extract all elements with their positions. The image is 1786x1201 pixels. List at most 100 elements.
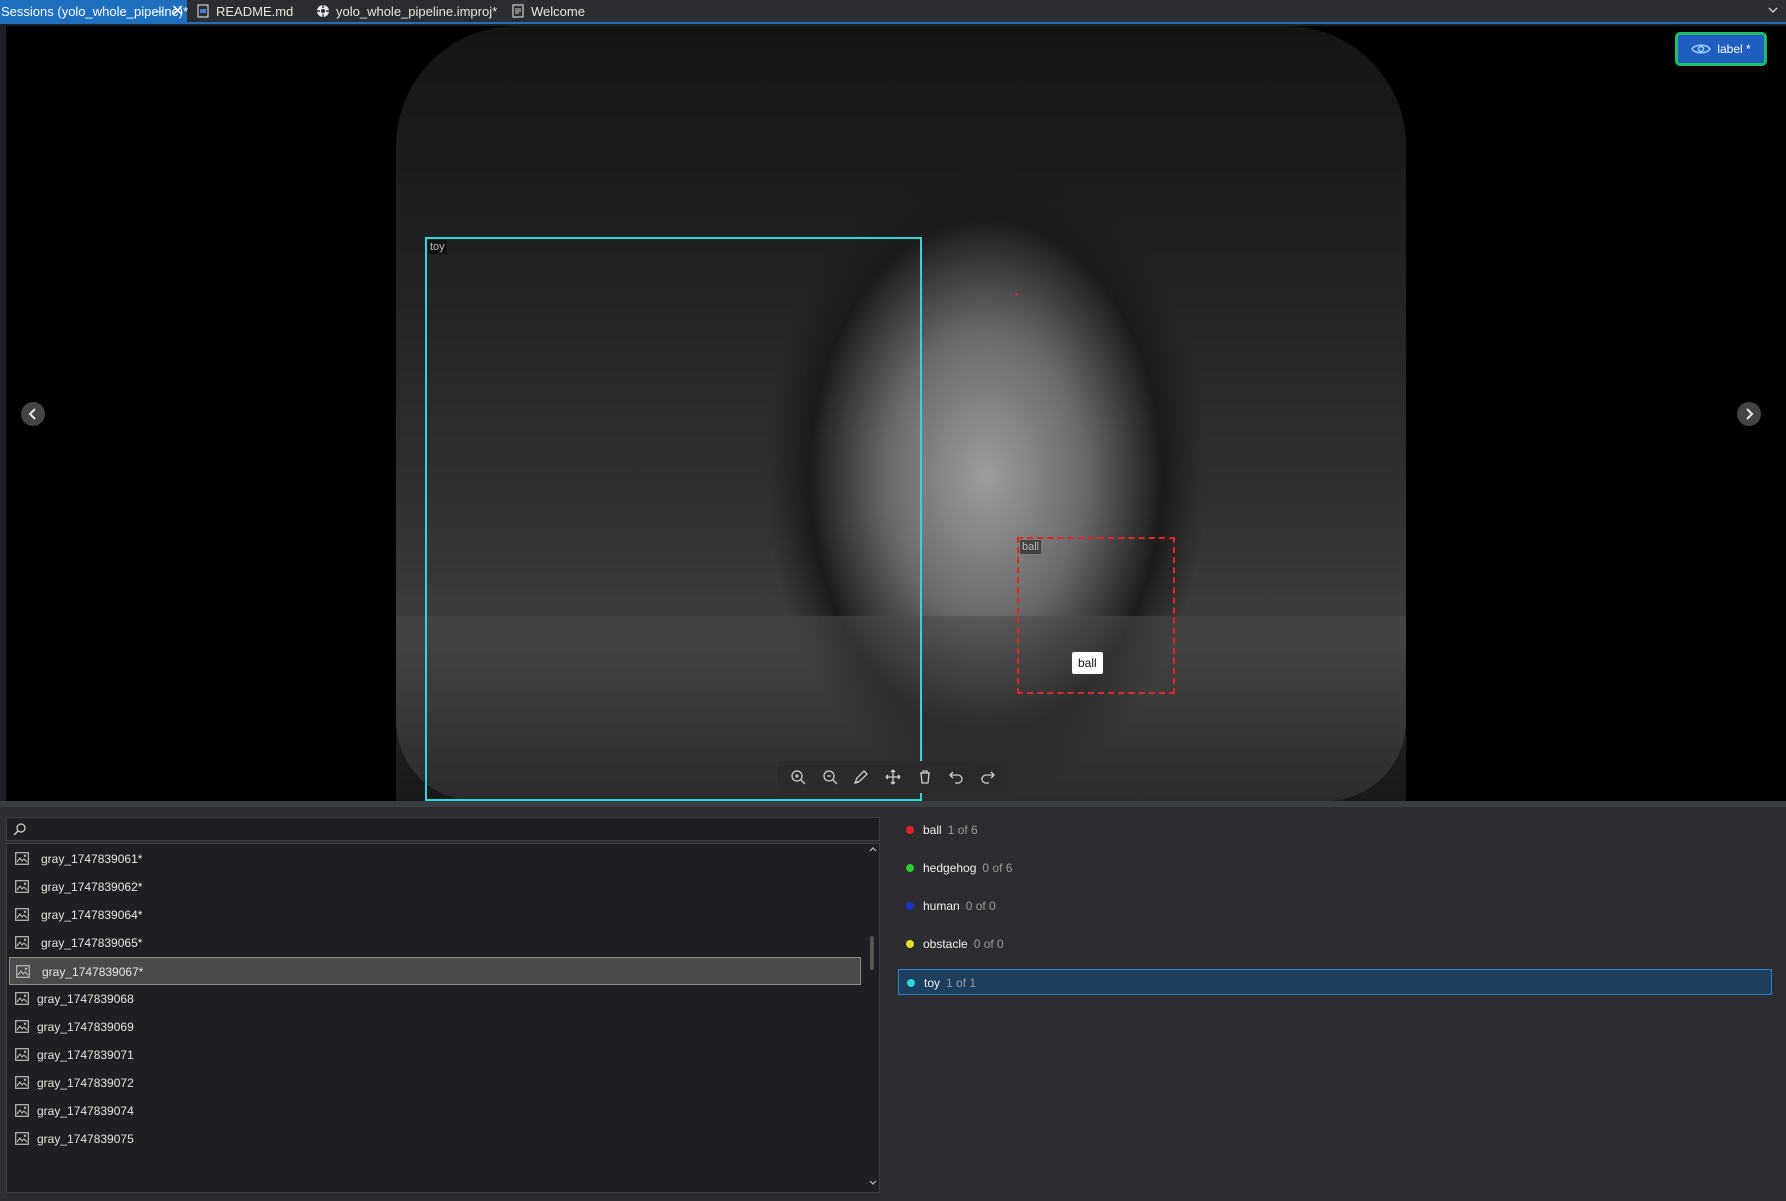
zoom-out-button[interactable] bbox=[819, 766, 841, 788]
move-icon bbox=[885, 769, 901, 785]
file-list-item[interactable]: gray_1747839068 bbox=[9, 985, 861, 1013]
move-button[interactable] bbox=[882, 766, 904, 788]
tab-project[interactable]: yolo_whole_pipeline.improj* bbox=[316, 0, 497, 24]
delete-button[interactable] bbox=[914, 766, 936, 788]
image-file-icon bbox=[15, 936, 29, 949]
file-name: gray_1747839074 bbox=[37, 1104, 134, 1118]
color-dot-icon bbox=[906, 826, 914, 834]
label-class-count: 0 of 0 bbox=[965, 899, 996, 913]
image-file-icon bbox=[15, 1020, 29, 1033]
label-class-count: 1 of 6 bbox=[947, 823, 978, 837]
redo-button[interactable] bbox=[977, 766, 999, 788]
file-list-item[interactable]: gray_1747839064* bbox=[9, 901, 861, 929]
label-class-item[interactable]: obstacle 0 of 0 bbox=[898, 931, 1772, 957]
file-list-item[interactable]: gray_1747839075 bbox=[9, 1125, 861, 1153]
search-icon bbox=[13, 823, 26, 836]
draw-polygon-icon bbox=[854, 770, 869, 785]
image-file-icon bbox=[15, 1048, 29, 1061]
label-tooltip: ball bbox=[1072, 652, 1103, 674]
file-name: gray_1747839065* bbox=[41, 936, 143, 950]
label-class-count: 0 of 6 bbox=[982, 861, 1013, 875]
file-name: gray_1747839068 bbox=[37, 992, 134, 1006]
pin-icon[interactable]: ⊣ bbox=[154, 0, 164, 24]
label-class-name: human bbox=[923, 899, 960, 913]
zoom-in-icon bbox=[791, 770, 806, 785]
tab-label: README.md bbox=[216, 4, 294, 19]
delete-icon bbox=[919, 770, 930, 784]
color-dot-icon bbox=[906, 864, 914, 872]
close-icon[interactable]: ✕ bbox=[171, 0, 184, 24]
label-class-item[interactable]: hedgehog 0 of 6 bbox=[898, 855, 1772, 881]
label-class-list: ball 1 of 6 hedgehog 0 of 6 human 0 of 0 obsta… bbox=[898, 817, 1774, 997]
tab-bar: Sessions (yolo_whole_pipeline)* ⊣ ✕ READ… bbox=[0, 0, 1786, 24]
label-class-item[interactable]: toy 1 of 1 bbox=[898, 969, 1772, 995]
file-name: gray_1747839072 bbox=[37, 1076, 134, 1090]
file-list-item[interactable]: gray_1747839072 bbox=[9, 1069, 861, 1097]
bbox-label: toy bbox=[428, 240, 447, 254]
tab-label: Welcome bbox=[531, 4, 585, 19]
tab-label: yolo_whole_pipeline.improj* bbox=[336, 4, 498, 19]
search-input[interactable] bbox=[33, 819, 873, 839]
zoom-in-button[interactable] bbox=[787, 766, 809, 788]
image-file-icon bbox=[15, 908, 29, 921]
image-file-icon bbox=[15, 880, 29, 893]
draw-polygon-button[interactable] bbox=[850, 766, 872, 788]
annotation-toolbar bbox=[778, 761, 1008, 793]
file-list-item[interactable]: gray_1747839067* bbox=[9, 957, 861, 985]
color-dot-icon bbox=[907, 979, 915, 987]
label-visibility-toggle[interactable]: label * bbox=[1675, 32, 1767, 66]
file-list-item[interactable]: gray_1747839069 bbox=[9, 1013, 861, 1041]
chevron-down-icon[interactable] bbox=[1766, 3, 1780, 17]
file-list-item[interactable]: gray_1747839062* bbox=[9, 873, 861, 901]
image-file-icon bbox=[16, 965, 30, 978]
markdown-file-icon bbox=[197, 4, 209, 18]
image-file-icon bbox=[15, 1132, 29, 1145]
image-file-icon bbox=[15, 992, 29, 1005]
previous-image-button[interactable] bbox=[21, 402, 45, 426]
annotation-point[interactable] bbox=[1015, 293, 1018, 296]
zoom-out-icon bbox=[822, 770, 838, 785]
file-name: gray_1747839075 bbox=[37, 1132, 134, 1146]
file-name: gray_1747839062* bbox=[41, 880, 143, 894]
file-search bbox=[6, 817, 880, 841]
color-dot-icon bbox=[906, 940, 914, 948]
undo-icon bbox=[949, 771, 963, 784]
project-file-icon bbox=[317, 5, 329, 17]
label-class-name: ball bbox=[923, 823, 942, 837]
redo-icon bbox=[981, 771, 995, 784]
file-list-item[interactable]: gray_1747839061* bbox=[9, 845, 861, 873]
undo-button[interactable] bbox=[945, 766, 967, 788]
label-class-name: obstacle bbox=[923, 937, 968, 951]
label-class-count: 0 of 0 bbox=[973, 937, 1004, 951]
chevron-right-icon bbox=[1746, 408, 1754, 420]
image-file-icon bbox=[15, 1104, 29, 1117]
file-list: gray_1747839061* gray_1747839062* gray_174… bbox=[6, 843, 880, 1193]
bbox-toy[interactable]: toy bbox=[425, 237, 922, 801]
color-dot-icon bbox=[906, 902, 914, 910]
file-list-item[interactable]: gray_1747839065* bbox=[9, 929, 861, 957]
label-class-name: toy bbox=[924, 976, 941, 990]
file-list-item[interactable]: gray_1747839071 bbox=[9, 1041, 861, 1069]
file-name: gray_1747839069 bbox=[37, 1020, 134, 1034]
chevron-up-icon[interactable] bbox=[869, 846, 877, 852]
tab-readme[interactable]: README.md bbox=[196, 0, 293, 24]
image-file-icon bbox=[15, 852, 29, 865]
label-class-count: 1 of 1 bbox=[946, 976, 977, 990]
scrollbar-thumb[interactable] bbox=[870, 936, 874, 970]
label-toggle-text: label * bbox=[1717, 42, 1751, 56]
image-canvas[interactable]: toy ball ball label * bbox=[6, 26, 1786, 801]
label-class-item[interactable]: human 0 of 0 bbox=[898, 893, 1772, 919]
chevron-down-icon[interactable] bbox=[869, 1180, 877, 1186]
label-class-item[interactable]: ball 1 of 6 bbox=[898, 817, 1772, 843]
vertical-scrollbar[interactable] bbox=[867, 844, 879, 1192]
tab-welcome[interactable]: Welcome bbox=[511, 0, 585, 24]
bbox-label: ball bbox=[1020, 540, 1042, 554]
file-name: gray_1747839064* bbox=[41, 908, 143, 922]
file-list-item[interactable]: gray_1747839074 bbox=[9, 1097, 861, 1125]
file-name: gray_1747839067* bbox=[42, 965, 144, 979]
file-name: gray_1747839061* bbox=[41, 852, 143, 866]
next-image-button[interactable] bbox=[1737, 402, 1761, 426]
image-file-icon bbox=[15, 1076, 29, 1089]
label-class-name: hedgehog bbox=[923, 861, 977, 875]
eye-icon bbox=[1691, 44, 1712, 54]
